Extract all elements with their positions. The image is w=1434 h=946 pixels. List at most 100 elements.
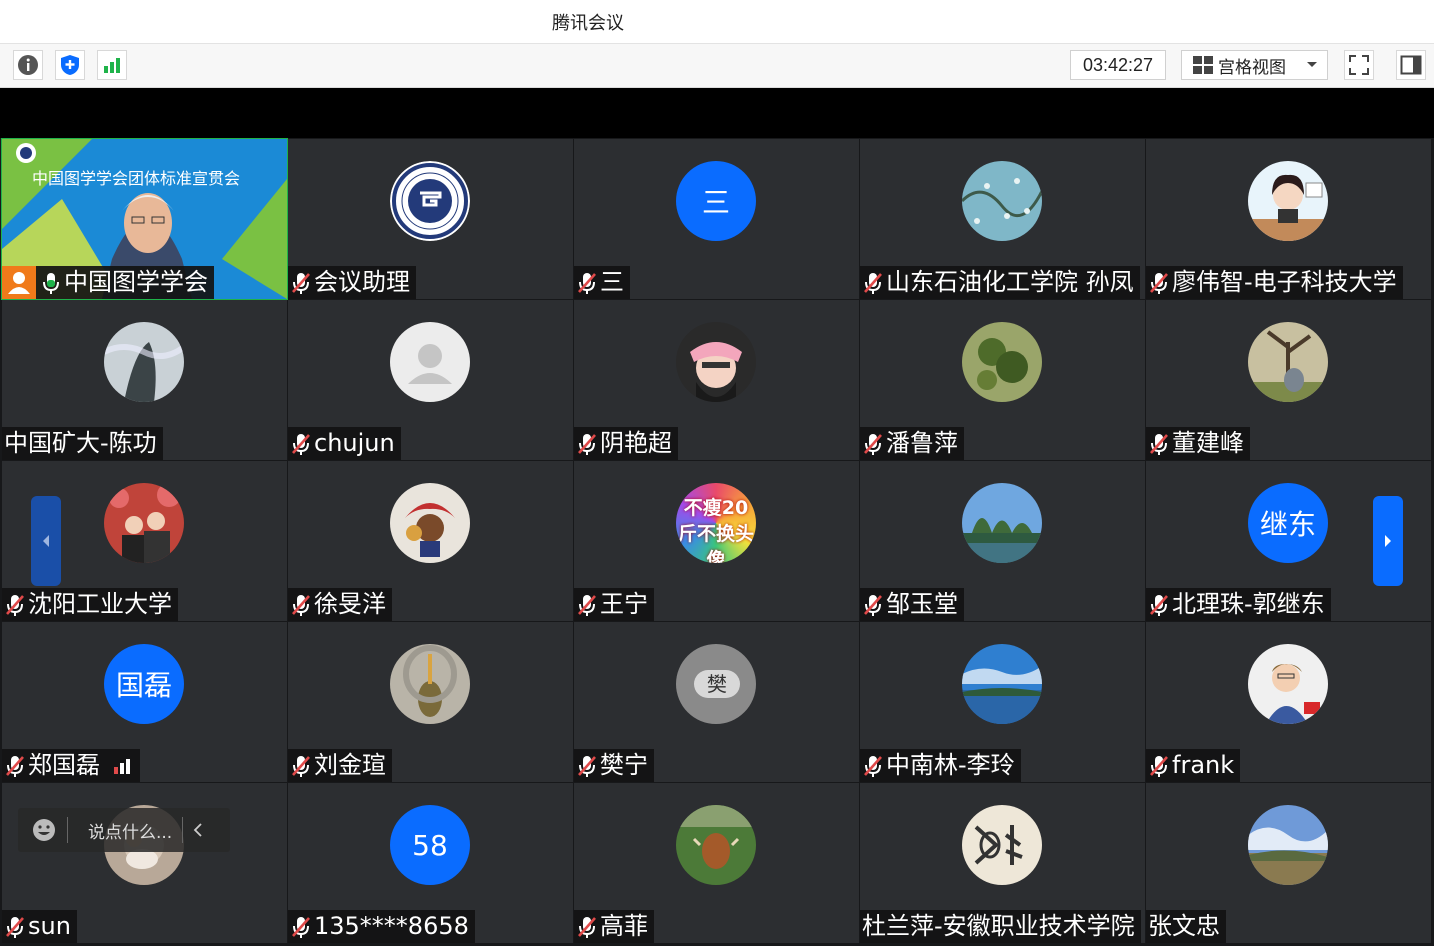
chevron-left-icon[interactable]: [193, 823, 203, 837]
participant-name: 阴艳超: [600, 429, 672, 457]
participant-tile[interactable]: 董建峰: [1146, 300, 1431, 460]
participant-tile[interactable]: 58 135****8658: [288, 783, 573, 943]
participant-name: 135****8658: [314, 912, 469, 940]
avatar: 不瘦20 斤不换头像: [676, 483, 756, 563]
participant-name: 董建峰: [1172, 429, 1244, 457]
avatar: [104, 322, 184, 402]
mic-muted-icon: [576, 271, 598, 295]
info-button[interactable]: [13, 50, 43, 80]
weak-signal-icon: [114, 758, 130, 774]
participant-tile[interactable]: 阴艳超: [574, 300, 859, 460]
avatar: [1248, 322, 1328, 402]
security-button[interactable]: [55, 50, 85, 80]
signal-icon: [104, 58, 120, 73]
avatar: [962, 805, 1042, 885]
avatar: [962, 161, 1042, 241]
view-mode-dropdown[interactable]: 宫格视图: [1181, 50, 1328, 80]
participant-tile[interactable]: 中国矿大-陈功: [2, 300, 287, 460]
participant-tile[interactable]: 会议助理: [288, 139, 573, 299]
participant-name-bar: 高菲: [574, 910, 654, 943]
avatar: 国磊: [104, 644, 184, 724]
network-status-button[interactable]: [97, 50, 127, 80]
participant-name-bar: 北理珠-郭继东: [1146, 588, 1331, 621]
chat-input-bar[interactable]: 说点什么...: [18, 808, 230, 852]
avatar-caption: 不瘦20 斤不换头像: [677, 497, 754, 563]
avatar: [390, 161, 470, 241]
avatar: [1248, 161, 1328, 241]
participant-tile[interactable]: chujun: [288, 300, 573, 460]
mic-muted-icon: [862, 432, 884, 456]
participant-tile[interactable]: 不瘦20 斤不换头像王宁: [574, 461, 859, 621]
participant-name-bar: 廖伟智-电子科技大学: [1146, 266, 1403, 299]
toolbar: 03:42:27 宫格视图: [0, 44, 1434, 88]
participant-tile[interactable]: 国磊 郑国磊: [2, 622, 287, 782]
participant-name-bar: 樊宁: [574, 749, 654, 782]
participant-name-bar: 张文忠: [1146, 910, 1226, 943]
participant-tile[interactable]: 高菲: [574, 783, 859, 943]
participant-name-bar: 135****8658: [288, 910, 475, 943]
avatar-caption: 樊: [694, 670, 740, 698]
participant-tile[interactable]: 徐旻洋: [288, 461, 573, 621]
participant-name: 徐旻洋: [314, 590, 386, 618]
participant-tile[interactable]: frank: [1146, 622, 1431, 782]
participant-tile[interactable]: 中国图学学会团体标准宣贯会中国图学学会: [1, 138, 288, 300]
participant-name: 邹玉堂: [886, 590, 958, 618]
participant-tile[interactable]: 山东石油化工学院 孙凤: [860, 139, 1145, 299]
participant-name: 王宁: [600, 590, 648, 618]
participant-name: 三: [600, 268, 624, 296]
participant-name-bar: 阴艳超: [574, 427, 678, 460]
mic-muted-icon: [862, 271, 884, 295]
participant-tile[interactable]: 中南林-李玲: [860, 622, 1145, 782]
participant-tile[interactable]: 樊樊宁: [574, 622, 859, 782]
next-page-button[interactable]: [1373, 496, 1403, 586]
participant-name-bar: 董建峰: [1146, 427, 1250, 460]
sidebar-toggle-button[interactable]: [1396, 50, 1426, 80]
mic-muted-icon: [862, 754, 884, 778]
view-mode-label: 宫格视图: [1218, 57, 1286, 78]
chat-input-placeholder[interactable]: 说点什么...: [88, 818, 178, 843]
mic-muted-icon: [576, 593, 598, 617]
participant-name: 中南林-李玲: [886, 751, 1015, 779]
mic-muted-icon: [1148, 754, 1170, 778]
mic-muted-icon: [4, 754, 26, 778]
mic-muted-icon: [290, 754, 312, 778]
participant-tile[interactable]: 刘金瑄: [288, 622, 573, 782]
participant-name: 廖伟智-电子科技大学: [1172, 268, 1397, 296]
avatar: [676, 322, 756, 402]
window-title: 腾讯会议: [552, 13, 624, 34]
avatar: 三: [676, 161, 756, 241]
participant-tile[interactable]: 三三: [574, 139, 859, 299]
participant-name: chujun: [314, 429, 395, 457]
participant-tile[interactable]: 张文忠: [1146, 783, 1431, 943]
emoji-icon[interactable]: [31, 817, 57, 843]
participant-tile[interactable]: 廖伟智-电子科技大学: [1146, 139, 1431, 299]
video-banner-text: 中国图学学会团体标准宣贯会: [32, 169, 241, 188]
sidebar-panel-icon: [1400, 55, 1422, 75]
mic-muted-icon: [290, 432, 312, 456]
avatar: [390, 322, 470, 402]
mic-muted-icon: [290, 915, 312, 939]
window-titlebar: 腾讯会议: [0, 0, 1434, 44]
participant-name-bar: 邹玉堂: [860, 588, 964, 621]
participant-tile[interactable]: 邹玉堂: [860, 461, 1145, 621]
mic-muted-icon: [4, 915, 26, 939]
participant-name: 北理珠-郭继东: [1172, 590, 1325, 618]
participant-name-bar: 三: [574, 266, 630, 299]
avatar: [390, 483, 470, 563]
participant-tile[interactable]: 潘鲁萍: [860, 300, 1145, 460]
participant-name: 潘鲁萍: [886, 429, 958, 457]
host-icon: [2, 266, 36, 299]
participant-name: 中国图学学会: [64, 268, 208, 296]
divider: [182, 817, 183, 843]
participant-tile[interactable]: 杜兰萍-安徽职业技术学院: [860, 783, 1145, 943]
shield-icon: [61, 55, 79, 75]
participant-name-bar: 潘鲁萍: [860, 427, 964, 460]
participant-name: 郑国磊: [28, 751, 100, 779]
mic-muted-icon: [862, 593, 884, 617]
participant-name: sun: [28, 912, 71, 940]
participant-name-bar: sun: [2, 910, 77, 943]
fullscreen-button[interactable]: [1344, 50, 1374, 80]
participant-tile[interactable]: sun: [2, 783, 287, 943]
meeting-timer: 03:42:27: [1070, 50, 1166, 80]
prev-page-button[interactable]: [31, 496, 61, 586]
